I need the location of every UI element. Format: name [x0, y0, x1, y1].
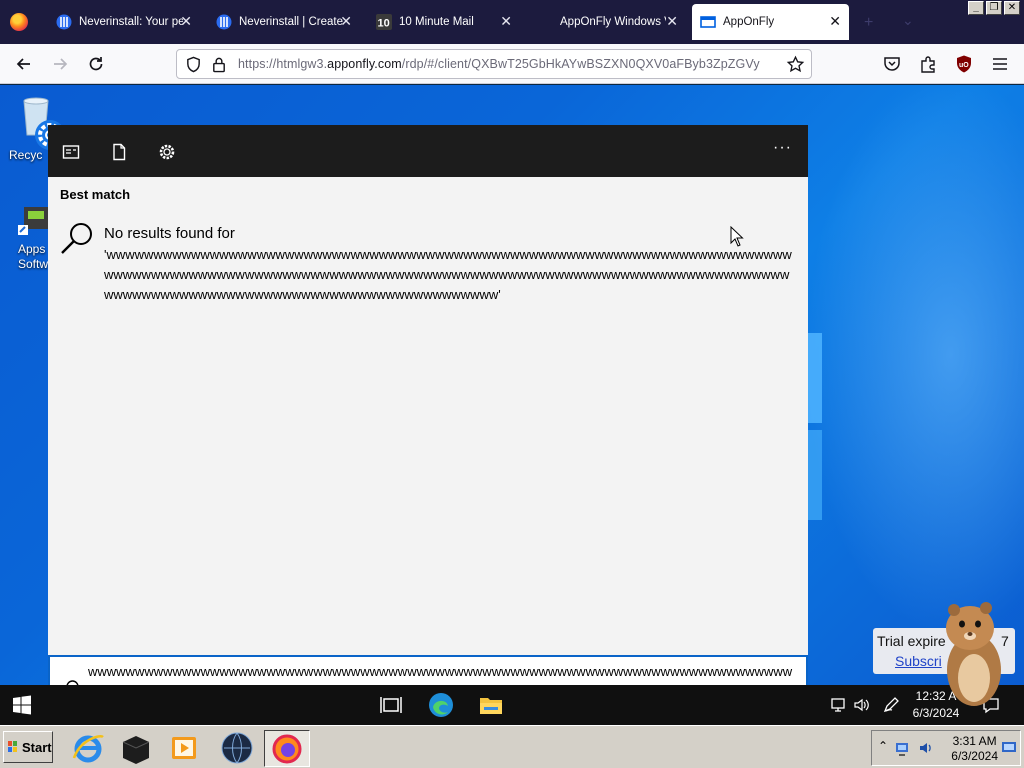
globe-network-icon[interactable]	[219, 730, 255, 766]
window-controls: _ ❐ ✕	[968, 1, 1020, 15]
10-minute-mail-icon: 10	[376, 14, 392, 30]
apps-software-icon	[18, 207, 48, 235]
wallpaper-windows-logo	[808, 430, 822, 520]
new-tab-plus-icon[interactable]: +	[864, 14, 873, 32]
firefox-icon	[272, 734, 302, 764]
pen-workspace-icon[interactable]	[882, 696, 900, 714]
tab-title: AppOnFly Windows V	[560, 16, 666, 28]
tab-close-icon[interactable]: ✕	[829, 14, 841, 28]
tray-notification-icon[interactable]	[1001, 740, 1017, 756]
host-clock[interactable]: 3:31 AM 6/3/2024	[951, 734, 998, 764]
tab-apponfly-windows[interactable]: AppOnFly Windows V ✕	[528, 4, 686, 40]
best-match-heading: Best match	[60, 187, 131, 202]
search-panel-header: ···	[48, 125, 808, 177]
no-results-text: No results found for	[104, 225, 235, 242]
tab-list-chevron-icon[interactable]: ⌄	[902, 12, 914, 29]
tab-close-icon[interactable]: ✕	[666, 14, 678, 28]
pocket-icon[interactable]	[882, 54, 902, 74]
neverinstall-icon	[56, 14, 72, 30]
file-explorer-icon[interactable]	[478, 692, 504, 718]
tab-neverinstall-1[interactable]: Neverinstall: Your pe ✕	[48, 4, 200, 40]
windows-start-icon[interactable]	[12, 695, 32, 715]
windows-search-panel: ··· Best match No results found for 'www…	[48, 125, 808, 655]
address-bar[interactable]: https://htmlgw3.apponfly.com/rdp/#/clien…	[176, 49, 812, 79]
tab-neverinstall-2[interactable]: Neverinstall | Create ✕	[208, 4, 360, 40]
documents-icon[interactable]	[110, 143, 128, 161]
tray-expand-chevron-icon[interactable]: ⌃	[878, 739, 888, 753]
maximize-button[interactable]: ❐	[986, 1, 1002, 15]
svg-text:10: 10	[378, 18, 390, 30]
url-text[interactable]: https://htmlgw3.apponfly.com/rdp/#/clien…	[238, 57, 760, 71]
tray-volume-icon[interactable]	[918, 739, 936, 757]
url-domain: apponfly.com	[327, 57, 402, 71]
minimize-button[interactable]: _	[968, 1, 984, 15]
tab-title: Neverinstall | Create	[239, 16, 343, 28]
ublock-origin-icon[interactable]: uO	[954, 54, 974, 74]
settings-gear-icon[interactable]	[158, 143, 176, 161]
tab-title: AppOnFly	[723, 16, 775, 28]
host-clock-time: 3:31 AM	[952, 734, 997, 748]
more-options-icon[interactable]: ···	[773, 139, 792, 157]
reload-icon[interactable]	[86, 54, 106, 74]
tab-close-icon[interactable]: ✕	[180, 14, 192, 28]
volume-icon[interactable]	[853, 696, 871, 714]
wallpaper-windows-logo	[808, 333, 822, 423]
browser-tab-strip: Neverinstall: Your pe ✕ Neverinstall | C…	[0, 0, 1024, 44]
url-path: /rdp/#/client/QXBwT25GbHkAYwBSZXN0QXV0aF…	[401, 57, 760, 71]
media-player-icon[interactable]	[166, 730, 202, 766]
task-view-icon[interactable]	[378, 692, 404, 718]
tab-title: Neverinstall: Your pe	[79, 16, 183, 28]
svg-text:uO: uO	[959, 62, 969, 69]
all-results-icon[interactable]	[62, 143, 80, 161]
internet-explorer-icon[interactable]	[70, 730, 106, 766]
remote-taskbar-apps	[368, 685, 502, 725]
close-window-button[interactable]: ✕	[1004, 1, 1020, 15]
hamburger-menu-icon[interactable]	[990, 54, 1010, 74]
mouse-cursor-icon	[730, 226, 744, 247]
no-results-query: 'wwwwwwwwwwwwwwwwwwwwwwwwwwwwwwwwwwwwwww…	[104, 247, 792, 302]
tab-close-icon[interactable]: ✕	[340, 14, 352, 28]
tab-10-minute-mail[interactable]: 10 10 Minute Mail ✕	[368, 4, 520, 40]
firefox-logo-icon[interactable]	[10, 13, 28, 31]
tab-close-icon[interactable]: ✕	[500, 14, 512, 28]
firefox-taskbar-button[interactable]	[264, 730, 310, 767]
search-magnifier-icon	[61, 223, 92, 254]
extensions-puzzle-icon[interactable]	[918, 54, 938, 74]
tracking-shield-icon[interactable]	[185, 56, 202, 73]
start-button[interactable]: Start	[3, 731, 53, 763]
forward-arrow-icon[interactable]	[50, 54, 70, 74]
apponfly-icon	[700, 16, 716, 28]
tab-title: 10 Minute Mail	[399, 16, 474, 28]
browser-navbar: https://htmlgw3.apponfly.com/rdp/#/clien…	[0, 44, 1024, 84]
lock-icon[interactable]	[211, 56, 227, 73]
start-label: Start	[22, 739, 52, 755]
back-arrow-icon[interactable]	[14, 54, 34, 74]
edge-browser-icon[interactable]	[428, 692, 454, 718]
network-icon[interactable]	[830, 696, 848, 714]
host-clock-date: 6/3/2024	[951, 749, 998, 763]
subscribe-link[interactable]: Subscri	[895, 653, 942, 669]
trial-text: Trial expire	[877, 633, 946, 649]
tab-apponfly-active[interactable]: AppOnFly ✕	[692, 4, 849, 40]
bookmark-star-icon[interactable]	[786, 55, 805, 74]
host-system-tray: ⌃ 3:31 AM 6/3/2024	[871, 730, 1021, 766]
start-flag-icon	[8, 741, 17, 752]
url-prefix: https://htmlgw3.	[238, 57, 328, 71]
neverinstall-icon	[216, 14, 232, 30]
hamster-mascot-icon	[946, 602, 1001, 706]
host-taskbar: Start ⌃ 3:31 AM 6/3/2024	[0, 725, 1024, 768]
tray-network-icon[interactable]	[894, 739, 912, 757]
terminal-box-icon[interactable]	[118, 730, 154, 766]
